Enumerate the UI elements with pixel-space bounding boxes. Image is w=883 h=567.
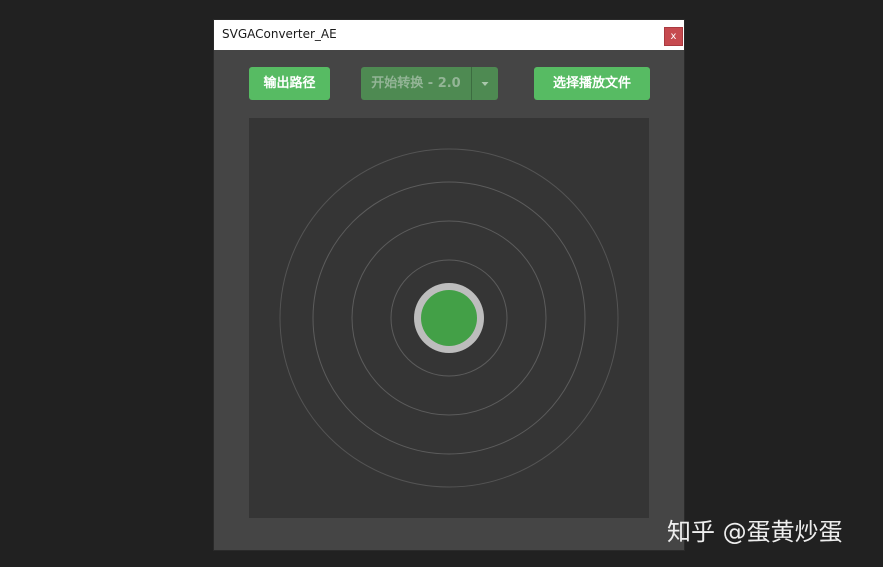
watermark: 知乎 @蛋黄炒蛋 [667, 518, 843, 546]
output-path-button[interactable]: 输出路径 [249, 67, 330, 100]
player-preview-area[interactable] [249, 118, 649, 518]
caret-down-icon [481, 82, 489, 86]
ripple-animation [279, 148, 619, 488]
app-window: SVGAConverter_AE x 输出路径 开始转换 - 2.0 选择播放文… [214, 20, 684, 550]
start-convert-split-button: 开始转换 - 2.0 [361, 67, 498, 100]
version-dropdown-button[interactable] [472, 67, 498, 100]
select-play-file-button[interactable]: 选择播放文件 [534, 67, 650, 100]
start-convert-button[interactable]: 开始转换 - 2.0 [361, 67, 471, 100]
window-title: SVGAConverter_AE [222, 27, 337, 41]
record-dot-icon [414, 283, 484, 353]
title-bar[interactable]: SVGAConverter_AE x [214, 20, 684, 50]
close-button[interactable]: x [664, 27, 683, 46]
